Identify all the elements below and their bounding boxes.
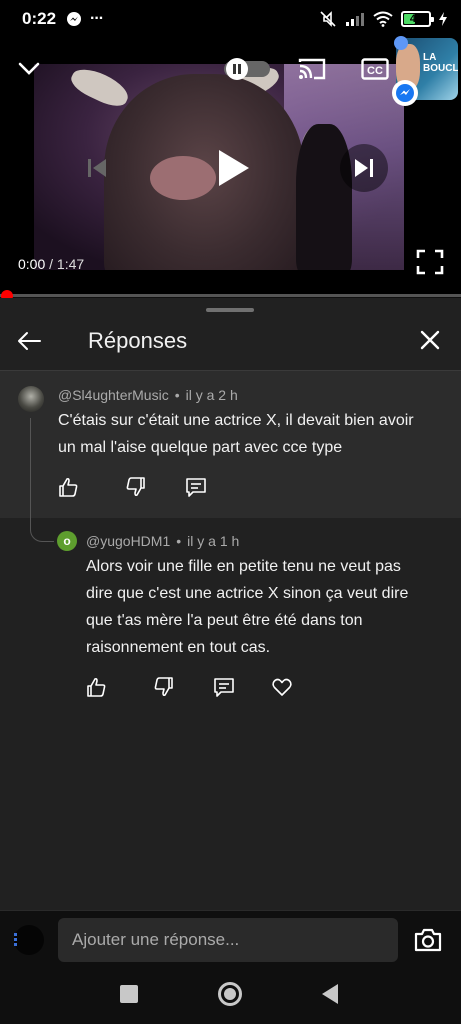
reply-input-placeholder: Ajouter une réponse... — [72, 930, 240, 949]
reply-input[interactable]: Ajouter une réponse... — [58, 918, 398, 962]
sheet-title: Réponses — [88, 328, 188, 353]
reply-author[interactable]: @yugoHDM1 — [86, 533, 170, 549]
charging-icon — [439, 12, 447, 26]
comment-time: il y a 2 h — [185, 387, 238, 403]
comment-text: C'étais sur c'était une actrice X, il de… — [58, 412, 414, 456]
battery-icon: 43 — [401, 11, 434, 27]
captions-icon[interactable]: CC — [360, 56, 390, 82]
avatar[interactable] — [18, 386, 44, 412]
collapse-chevron-icon[interactable] — [16, 56, 42, 82]
messenger-chat-head-icon[interactable] — [392, 80, 418, 106]
pip-title: LA BOUCLE — [423, 52, 458, 74]
reply-icon[interactable] — [184, 475, 208, 499]
fullscreen-icon[interactable] — [414, 246, 446, 278]
comment-author[interactable]: @Sl4ughterMusic — [58, 387, 169, 403]
dislike-icon[interactable] — [152, 675, 176, 699]
heart-icon[interactable] — [270, 675, 294, 699]
reply-icon[interactable] — [212, 675, 236, 699]
back-arrow-icon[interactable] — [16, 328, 44, 356]
status-bar: 0:22 ··· 43 — [0, 0, 461, 38]
mute-icon — [320, 11, 336, 27]
cast-icon[interactable] — [297, 56, 327, 82]
video-player[interactable]: CC 0:00 / 1:47 — [0, 38, 461, 296]
duration: 1:47 — [56, 256, 85, 272]
reply-actions — [84, 675, 294, 699]
comment-meta: @Sl4ughterMusic • il y a 2 h — [58, 387, 238, 403]
sheet-drag-handle[interactable] — [206, 308, 254, 312]
play-icon[interactable] — [210, 145, 256, 191]
like-icon[interactable] — [84, 675, 108, 699]
replies-sheet: Réponses @Sl4ughterMusic • il y a 2 h C'ét… — [0, 298, 461, 910]
signal-icon — [346, 13, 364, 26]
recents-icon[interactable] — [120, 985, 138, 1003]
camera-icon[interactable] — [414, 927, 444, 955]
reply-time: il y a 1 h — [187, 533, 240, 549]
back-icon[interactable] — [322, 984, 338, 1004]
thread-connector — [30, 520, 54, 542]
next-icon[interactable] — [340, 144, 388, 192]
time-separator: / — [49, 256, 54, 272]
previous-icon[interactable] — [84, 155, 110, 181]
video-progress-track[interactable] — [0, 294, 461, 297]
wifi-icon — [373, 11, 393, 27]
system-nav-bar — [0, 968, 461, 1024]
sheet-header: Réponses — [0, 314, 461, 370]
avatar-letter: o — [63, 534, 71, 548]
current-time: 0:00 — [18, 256, 46, 272]
avatar[interactable] — [14, 925, 44, 955]
more-notifications-icon: ··· — [90, 10, 104, 27]
home-icon[interactable] — [218, 982, 242, 1006]
avatar[interactable]: o — [57, 531, 77, 551]
like-icon[interactable] — [56, 475, 80, 499]
reply-composer: Ajouter une réponse... — [0, 910, 461, 968]
parent-comment: @Sl4ughterMusic • il y a 2 h C'étais sur c… — [0, 371, 461, 518]
status-time: 0:22 — [22, 9, 57, 28]
comment-actions — [56, 475, 208, 499]
messenger-icon — [67, 12, 82, 26]
dislike-icon[interactable] — [124, 475, 148, 499]
thread-line — [30, 418, 31, 528]
reply-meta: @yugoHDM1 • il y a 1 h — [86, 533, 240, 549]
reply-text: Alors voir une fille en petite tenu ne v… — [86, 558, 409, 656]
time-display: 0:00 / 1:47 — [18, 256, 84, 272]
battery-level: 43 — [409, 13, 423, 25]
pause-toggle-icon[interactable] — [224, 58, 270, 80]
pip-indicator-dot — [394, 36, 408, 50]
close-icon[interactable] — [418, 328, 446, 356]
svg-text:CC: CC — [367, 65, 383, 77]
